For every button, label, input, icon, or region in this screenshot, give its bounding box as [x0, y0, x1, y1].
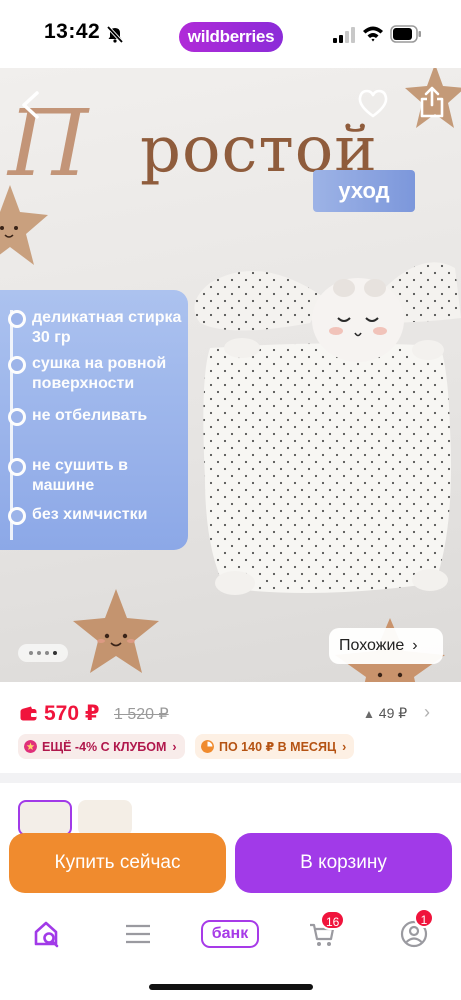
profile-badge: 1: [414, 908, 434, 928]
old-price: 1 520 ₽: [114, 706, 169, 723]
wifi-icon: [363, 26, 383, 42]
cart-badge: 16: [320, 910, 346, 930]
buy-now-button[interactable]: Купить сейчас: [9, 833, 226, 893]
installment-label: ПО 140 ₽ В МЕСЯЦ: [219, 740, 337, 754]
product-image-gallery[interactable]: П ростой уход деликатная стирка 30 гр су…: [0, 68, 461, 682]
care-bullet-icon: [8, 507, 26, 525]
tab-profile[interactable]: 1: [394, 908, 434, 954]
care-instructions-panel: деликатная стирка 30 гр сушка на ровной …: [0, 290, 188, 550]
care-bullet-icon: [8, 408, 26, 426]
promo-chips: ЕЩЁ -4% С КЛУБОМ › ПО 140 ₽ В МЕСЯЦ ›: [0, 734, 461, 760]
menu-icon: [126, 924, 150, 944]
bank-icon: банк: [201, 920, 259, 948]
care-item-text: сушка на ровной поверхности: [32, 355, 167, 392]
club-discount-chip[interactable]: ЕЩЁ -4% С КЛУБОМ ›: [18, 734, 185, 759]
care-item-text: деликатная стирка 30 гр: [32, 309, 182, 346]
care-item: без химчистки: [0, 505, 182, 525]
heart-icon[interactable]: [357, 89, 389, 119]
chevron-right-icon[interactable]: ›: [424, 702, 430, 723]
section-divider: [0, 773, 461, 783]
home-search-icon: [34, 921, 59, 948]
price-change-value: 49 ₽: [378, 705, 408, 721]
home-indicator: [149, 984, 313, 990]
gallery-pager: [18, 644, 68, 662]
installment-chip[interactable]: ПО 140 ₽ В МЕСЯЦ ›: [195, 734, 355, 759]
care-item-text: не сушить в машине: [32, 457, 128, 494]
pie-clock-icon: [201, 740, 214, 753]
chevron-right-icon: ›: [172, 739, 177, 754]
tab-bank[interactable]: банк: [200, 914, 260, 954]
tab-home-search[interactable]: [27, 914, 67, 954]
wallet-icon: [20, 706, 37, 721]
care-item-text: не отбеливать: [32, 407, 148, 424]
brand-logo: wildberries: [179, 22, 283, 52]
similar-label: Похожие: [339, 637, 405, 654]
care-bullet-icon: [8, 310, 26, 328]
status-time: 13:42: [44, 20, 101, 43]
battery-icon: [390, 25, 421, 43]
chevron-right-icon: ›: [412, 637, 418, 654]
pager-dot: [37, 651, 41, 655]
tab-catalog[interactable]: [118, 914, 158, 954]
current-price: 570 ₽: [44, 702, 100, 725]
care-item: не отбеливать: [0, 406, 182, 426]
bell-off-icon: [106, 25, 124, 44]
back-arrow-icon[interactable]: [18, 90, 44, 120]
pager-dot: [29, 651, 33, 655]
pager-dot-active: [53, 651, 57, 655]
add-to-cart-button[interactable]: В корзину: [235, 833, 452, 893]
price-change: ▲ 49 ₽: [363, 705, 407, 722]
similar-button[interactable]: Похожие ›: [329, 628, 443, 664]
care-item: деликатная стирка 30 гр: [0, 308, 182, 348]
care-bullet-icon: [8, 356, 26, 374]
price-row[interactable]: 570 ₽ 1 520 ₽ ▲ 49 ₽ ›: [0, 698, 461, 730]
pager-dot: [45, 651, 49, 655]
star-decoration-bottom-left: [73, 589, 159, 673]
care-item: не сушить в машине: [0, 456, 182, 496]
club-discount-label: ЕЩЁ -4% С КЛУБОМ: [42, 739, 167, 754]
care-bullet-icon: [8, 458, 26, 476]
club-star-icon: [24, 740, 37, 753]
share-icon[interactable]: [419, 86, 445, 118]
chevron-right-icon: ›: [342, 739, 347, 754]
product-page: 13:42 wildberries П ростой уход деликатн…: [0, 0, 461, 1000]
tab-cart[interactable]: 16: [302, 910, 346, 954]
care-item-text: без химчистки: [32, 506, 148, 523]
action-buttons: Купить сейчас В корзину: [0, 828, 461, 894]
care-item: сушка на ровной поверхности: [0, 354, 182, 394]
bunny-comforter-illustration: [194, 262, 461, 595]
signal-icon: [333, 27, 355, 43]
status-bar: 13:42 wildberries: [0, 0, 461, 68]
subtitle-badge: уход: [313, 170, 415, 212]
triangle-up-icon: ▲: [363, 707, 375, 721]
